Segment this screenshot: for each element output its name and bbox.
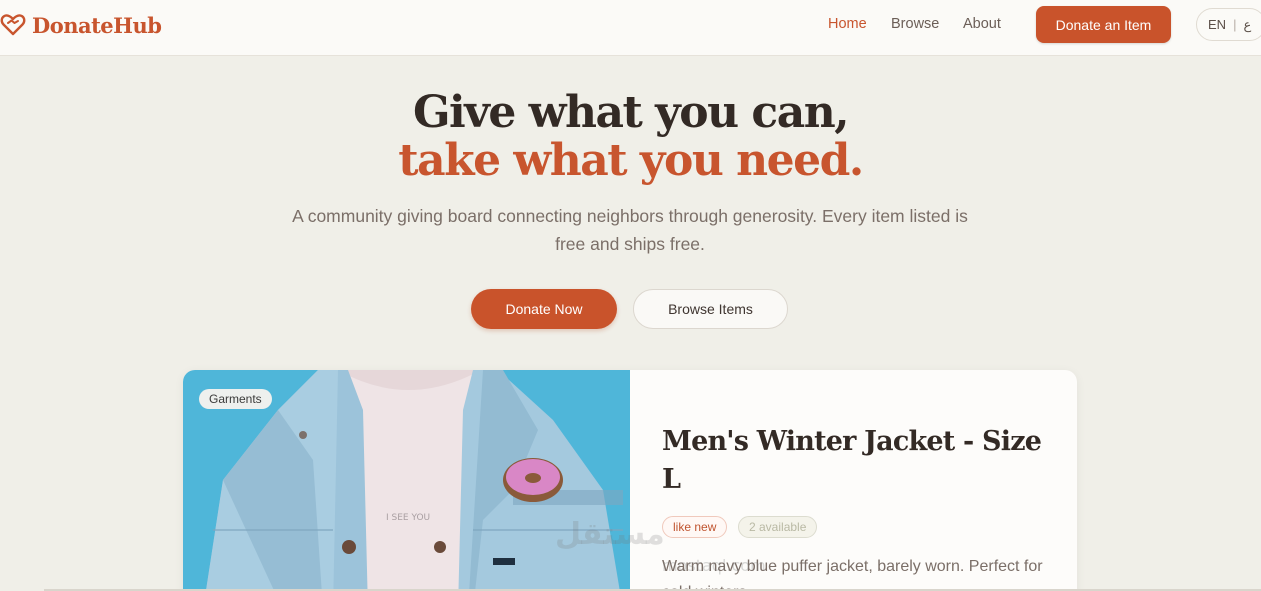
hero-subtitle: A community giving board connecting neig… — [292, 206, 968, 254]
condition-badge: like new — [662, 516, 728, 538]
nav-link-browse[interactable]: Browse — [891, 16, 939, 32]
category-badge: Garments — [199, 389, 272, 409]
item-title[interactable]: Men's Winter Jacket - Size L — [662, 423, 1042, 499]
item-card[interactable]: I SEE YOU Garments Men's Winter Jacket -… — [183, 370, 1077, 591]
hero-title-line2: take what you need. — [398, 135, 864, 186]
availability-badge: 2 available — [738, 516, 818, 538]
nav-link-home[interactable]: Home — [828, 16, 867, 32]
donate-now-button[interactable]: Donate Now — [471, 289, 617, 329]
lang-en[interactable]: EN — [1208, 17, 1226, 32]
brand-name: DonateHub — [32, 12, 162, 38]
hero-title-line1: Give what you can, — [412, 87, 850, 138]
browse-items-button[interactable]: Browse Items — [633, 289, 788, 329]
language-toggle[interactable]: EN | ع — [1196, 8, 1261, 41]
svg-text:I SEE YOU: I SEE YOU — [386, 513, 430, 523]
heart-handshake-icon — [0, 14, 26, 36]
lang-ar[interactable]: ع — [1243, 17, 1251, 33]
nav-link-about[interactable]: About — [963, 16, 1001, 32]
watermark-url: mostaql.com — [662, 556, 766, 575]
donate-item-button[interactable]: Donate an Item — [1036, 6, 1171, 43]
watermark-logo: مستقل — [555, 517, 665, 552]
brand-logo[interactable]: DonateHub — [0, 10, 162, 40]
top-navbar: DonateHub Home Browse About Donate an It… — [0, 0, 1261, 56]
lang-separator: | — [1233, 17, 1237, 32]
